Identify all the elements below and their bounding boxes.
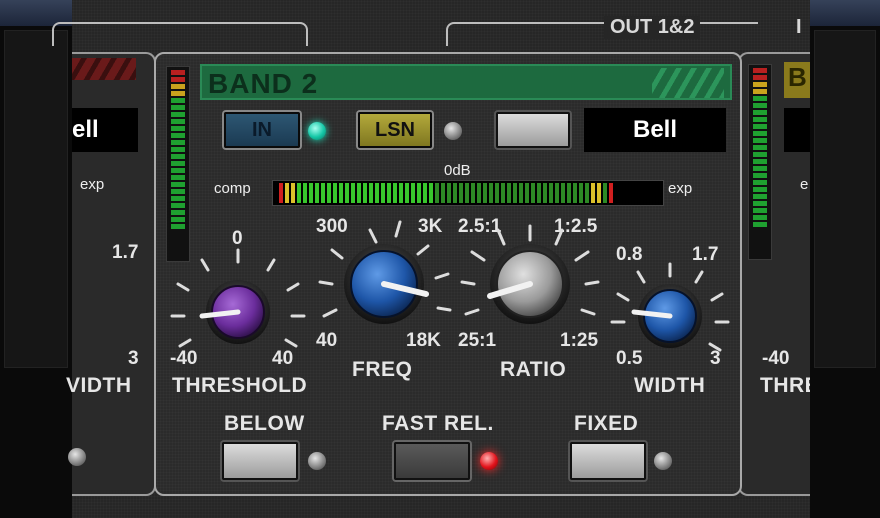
band-3-header: B: [784, 62, 810, 98]
freq-knob[interactable]: [318, 220, 452, 324]
band-3-level-meter: [748, 64, 772, 260]
fixed-button[interactable]: [570, 442, 646, 480]
plugin-screen: OUT 1&2 I ell exp 1.7 3 VIDTH B e -40 TH…: [0, 0, 880, 518]
band-1-width-label: VIDTH: [66, 374, 132, 397]
out-label: OUT 1&2: [604, 16, 701, 39]
band-1-mode-display[interactable]: ell: [72, 108, 138, 152]
fast-release-label: FAST REL.: [382, 412, 494, 435]
band-1-header-stripes: [72, 58, 136, 80]
band-3-exp-label: e: [800, 176, 809, 193]
fast-release-button[interactable]: [394, 442, 470, 480]
background-panel-right: [814, 30, 876, 368]
dynamics-rack: OUT 1&2 I ell exp 1.7 3 VIDTH B e -40 TH…: [52, 0, 820, 518]
width-knob[interactable]: [610, 262, 730, 352]
band-1-exp-label: exp: [80, 176, 105, 193]
background-panel: [4, 30, 68, 368]
band-1-width-scale-bottom: 3: [128, 348, 139, 369]
window-titlebar-right: [810, 0, 880, 26]
below-label: BELOW: [224, 412, 305, 435]
fast-release-led: [480, 452, 498, 470]
next-group-label: I: [796, 16, 802, 38]
ratio-knob[interactable]: [460, 224, 600, 324]
below-button[interactable]: [222, 442, 298, 480]
out-bracket: [446, 22, 758, 46]
band-3-mode-display[interactable]: [784, 108, 810, 152]
band-1-led: [68, 448, 86, 466]
left-group-bracket: [52, 22, 308, 46]
right-window-edge: [810, 0, 880, 518]
band-2-panel: BAND 2 IN LSN Bell 0dB comp exp 0 -40 40…: [154, 52, 742, 496]
threshold-knob[interactable]: [170, 248, 306, 348]
band-3-threshold-min: -40: [762, 348, 790, 369]
fixed-led: [654, 452, 672, 470]
left-window-edge: [0, 0, 72, 518]
band-1-width-scale-top: 1.7: [112, 242, 139, 263]
below-led: [308, 452, 326, 470]
fixed-label: FIXED: [574, 412, 639, 435]
